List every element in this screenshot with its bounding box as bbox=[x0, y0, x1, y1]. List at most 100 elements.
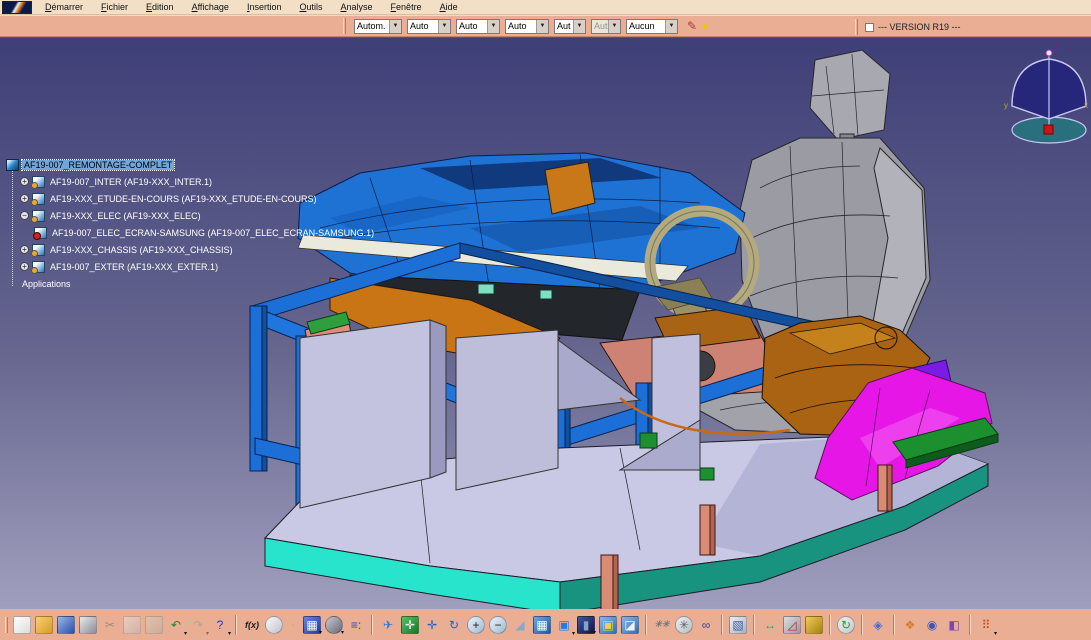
normal-view-icon[interactable]: ◢ bbox=[511, 616, 529, 634]
menu-fichier[interactable]: Fichier bbox=[92, 0, 137, 15]
tree-item-label[interactable]: AF19-007_EXTER (AF19-XXX_EXTER.1) bbox=[48, 262, 220, 272]
graphic-properties-dropdown-5[interactable]: Aut▼ bbox=[554, 19, 586, 34]
app-logo-icon[interactable] bbox=[2, 1, 32, 14]
menu-edition[interactable]: Edition bbox=[137, 0, 183, 15]
part-error-icon[interactable] bbox=[34, 227, 47, 239]
chevron-down-icon[interactable]: ▼ bbox=[389, 20, 401, 33]
expand-node-icon[interactable]: + bbox=[20, 245, 29, 254]
hide-show-icon[interactable]: ∞ bbox=[697, 616, 715, 634]
toolbar-separator bbox=[753, 615, 755, 635]
expand-node-icon[interactable]: + bbox=[20, 194, 29, 203]
save-icon[interactable] bbox=[57, 616, 75, 634]
dropdown-arrow-icon[interactable]: ▾ bbox=[572, 630, 575, 637]
menu-insertion[interactable]: Insertion bbox=[238, 0, 291, 15]
toolbar-grip[interactable] bbox=[855, 19, 858, 35]
3d-model-scene[interactable]: Z y x bbox=[0, 38, 1091, 609]
tree-item: Applications bbox=[6, 275, 376, 292]
dropdown-arrow-icon[interactable]: ▾ bbox=[593, 629, 596, 636]
render-tools-icon[interactable]: ◉ bbox=[923, 616, 941, 634]
material-icon[interactable]: ◧ bbox=[945, 616, 963, 634]
menu-analyse[interactable]: Analyse bbox=[332, 0, 382, 15]
graphic-properties-dropdown-3[interactable]: Auto▼ bbox=[456, 19, 500, 34]
rule-editor-icon[interactable]: ≡: bbox=[347, 616, 365, 634]
formula-fx-icon[interactable]: f(x) bbox=[243, 616, 261, 634]
context-help-icon[interactable]: ?▾ bbox=[211, 616, 229, 634]
undo-icon[interactable]: ↶▾ bbox=[167, 616, 185, 634]
dropdown-value: Auto bbox=[457, 21, 487, 31]
gold-padlock-icon[interactable] bbox=[805, 616, 823, 634]
gear-options-icon[interactable]: ✳ bbox=[675, 616, 693, 634]
eraser-icon[interactable]: ◈ bbox=[869, 616, 887, 634]
catalog-icon[interactable]: ❖ bbox=[901, 616, 919, 634]
pan-icon[interactable]: ✛ bbox=[423, 616, 441, 634]
toolbar-separator bbox=[969, 615, 971, 635]
measure-between-icon[interactable]: ↔ bbox=[761, 616, 779, 634]
light-source-icon[interactable]: ● bbox=[701, 19, 708, 33]
measure-item-icon[interactable]: ◿ bbox=[783, 616, 801, 634]
chevron-down-icon[interactable]: ▼ bbox=[573, 20, 585, 33]
render-style-icon[interactable]: ▮▾ bbox=[577, 616, 595, 634]
version-checkbox[interactable] bbox=[865, 23, 874, 32]
new-document-icon[interactable] bbox=[13, 616, 31, 634]
chevron-down-icon[interactable]: ▼ bbox=[536, 20, 548, 33]
zoom-in-icon[interactable]: + bbox=[467, 616, 485, 634]
dropdown-arrow-icon[interactable]: ▾ bbox=[319, 629, 322, 636]
part-icon[interactable] bbox=[32, 176, 45, 188]
part-icon[interactable] bbox=[32, 261, 45, 273]
iso-view-cube-icon[interactable]: ▣▾ bbox=[555, 616, 573, 634]
knowledge-icon: ◦ bbox=[287, 618, 299, 632]
fit-all-icon[interactable]: ✛ bbox=[401, 616, 419, 634]
tree-item-label[interactable]: AF19-007_REMONTAGE-COMPLET bbox=[22, 160, 174, 170]
comment-icon[interactable] bbox=[265, 616, 283, 634]
part-icon[interactable] bbox=[32, 210, 45, 222]
menu-aide[interactable]: Aide bbox=[431, 0, 467, 15]
print-icon[interactable] bbox=[79, 616, 97, 634]
toolbar-separator bbox=[371, 615, 373, 635]
tree-item-label[interactable]: AF19-007_ELEC_ECRAN-SAMSUNG (AF19-007_EL… bbox=[50, 228, 376, 238]
dropdown-arrow-icon[interactable]: ▾ bbox=[206, 630, 209, 637]
menu-affichage[interactable]: Affichage bbox=[183, 0, 238, 15]
graphic-properties-dropdown-1[interactable]: Autom.▼ bbox=[354, 19, 402, 34]
swap-visible-space-icon[interactable]: ▧ bbox=[729, 616, 747, 634]
open-folder-icon[interactable] bbox=[35, 616, 53, 634]
view-mode-2-icon[interactable]: ◪ bbox=[621, 616, 639, 634]
3d-viewport[interactable]: Z y x AF19-007_REMONTAGE-COMPLET + AF19-00… bbox=[0, 37, 1091, 608]
chevron-down-icon[interactable]: ▼ bbox=[438, 20, 450, 33]
toolbar-grip[interactable] bbox=[5, 617, 8, 633]
paintbrush-icon[interactable]: ✎ bbox=[687, 19, 697, 33]
toolbar-grip[interactable] bbox=[343, 18, 346, 34]
tree-item-label[interactable]: AF19-XXX_ETUDE-EN-COURS (AF19-XXX_ETUDE-… bbox=[48, 194, 319, 204]
rotate-icon[interactable]: ↻ bbox=[445, 616, 463, 634]
update-icon[interactable]: ↻ bbox=[837, 616, 855, 634]
design-table-icon[interactable]: ▦▾ bbox=[303, 616, 321, 634]
chevron-down-icon[interactable]: ▼ bbox=[665, 20, 677, 33]
graphic-properties-dropdown-4[interactable]: Auto▼ bbox=[505, 19, 549, 34]
tree-item-label[interactable]: Applications bbox=[20, 279, 73, 289]
menu-outils[interactable]: Outils bbox=[290, 0, 331, 15]
chevron-down-icon[interactable]: ▼ bbox=[487, 20, 499, 33]
toolbar-overflow-icon[interactable]: ⠿▾ bbox=[977, 616, 995, 634]
expand-node-icon[interactable]: + bbox=[20, 177, 29, 186]
tree-item-label[interactable]: AF19-XXX_CHASSIS (AF19-XXX_CHASSIS) bbox=[48, 245, 235, 255]
view-mode-1-icon[interactable]: ▣ bbox=[599, 616, 617, 634]
part-icon[interactable] bbox=[32, 193, 45, 205]
collapse-node-icon[interactable]: − bbox=[20, 211, 29, 220]
part-icon[interactable] bbox=[32, 244, 45, 256]
dropdown-arrow-icon[interactable]: ▾ bbox=[341, 629, 344, 636]
menu-fenetre[interactable]: Fenêtre bbox=[382, 0, 431, 15]
dropdown-arrow-icon[interactable]: ▾ bbox=[228, 630, 231, 637]
graphic-properties-dropdown-2[interactable]: Auto▼ bbox=[407, 19, 451, 34]
tree-item-label[interactable]: AF19-007_INTER (AF19-XXX_INTER.1) bbox=[48, 177, 214, 187]
zoom-out-icon[interactable]: − bbox=[489, 616, 507, 634]
dropdown-arrow-icon[interactable]: ▾ bbox=[994, 630, 997, 637]
graphic-properties-dropdown-7[interactable]: Aucun▼ bbox=[626, 19, 678, 34]
product-icon[interactable] bbox=[6, 159, 19, 171]
dropdown-arrow-icon[interactable]: ▾ bbox=[184, 630, 187, 637]
fly-mode-icon[interactable]: ✈ bbox=[379, 616, 397, 634]
menu-demarrer[interactable]: Démarrer bbox=[36, 0, 92, 15]
lock-icon[interactable]: ▾ bbox=[325, 616, 343, 634]
tree-item-label[interactable]: AF19-XXX_ELEC (AF19-XXX_ELEC) bbox=[48, 211, 203, 221]
expand-node-icon[interactable]: + bbox=[20, 262, 29, 271]
gears-icon[interactable]: ✳✳ bbox=[653, 616, 671, 634]
multi-view-icon[interactable]: ▦ bbox=[533, 616, 551, 634]
